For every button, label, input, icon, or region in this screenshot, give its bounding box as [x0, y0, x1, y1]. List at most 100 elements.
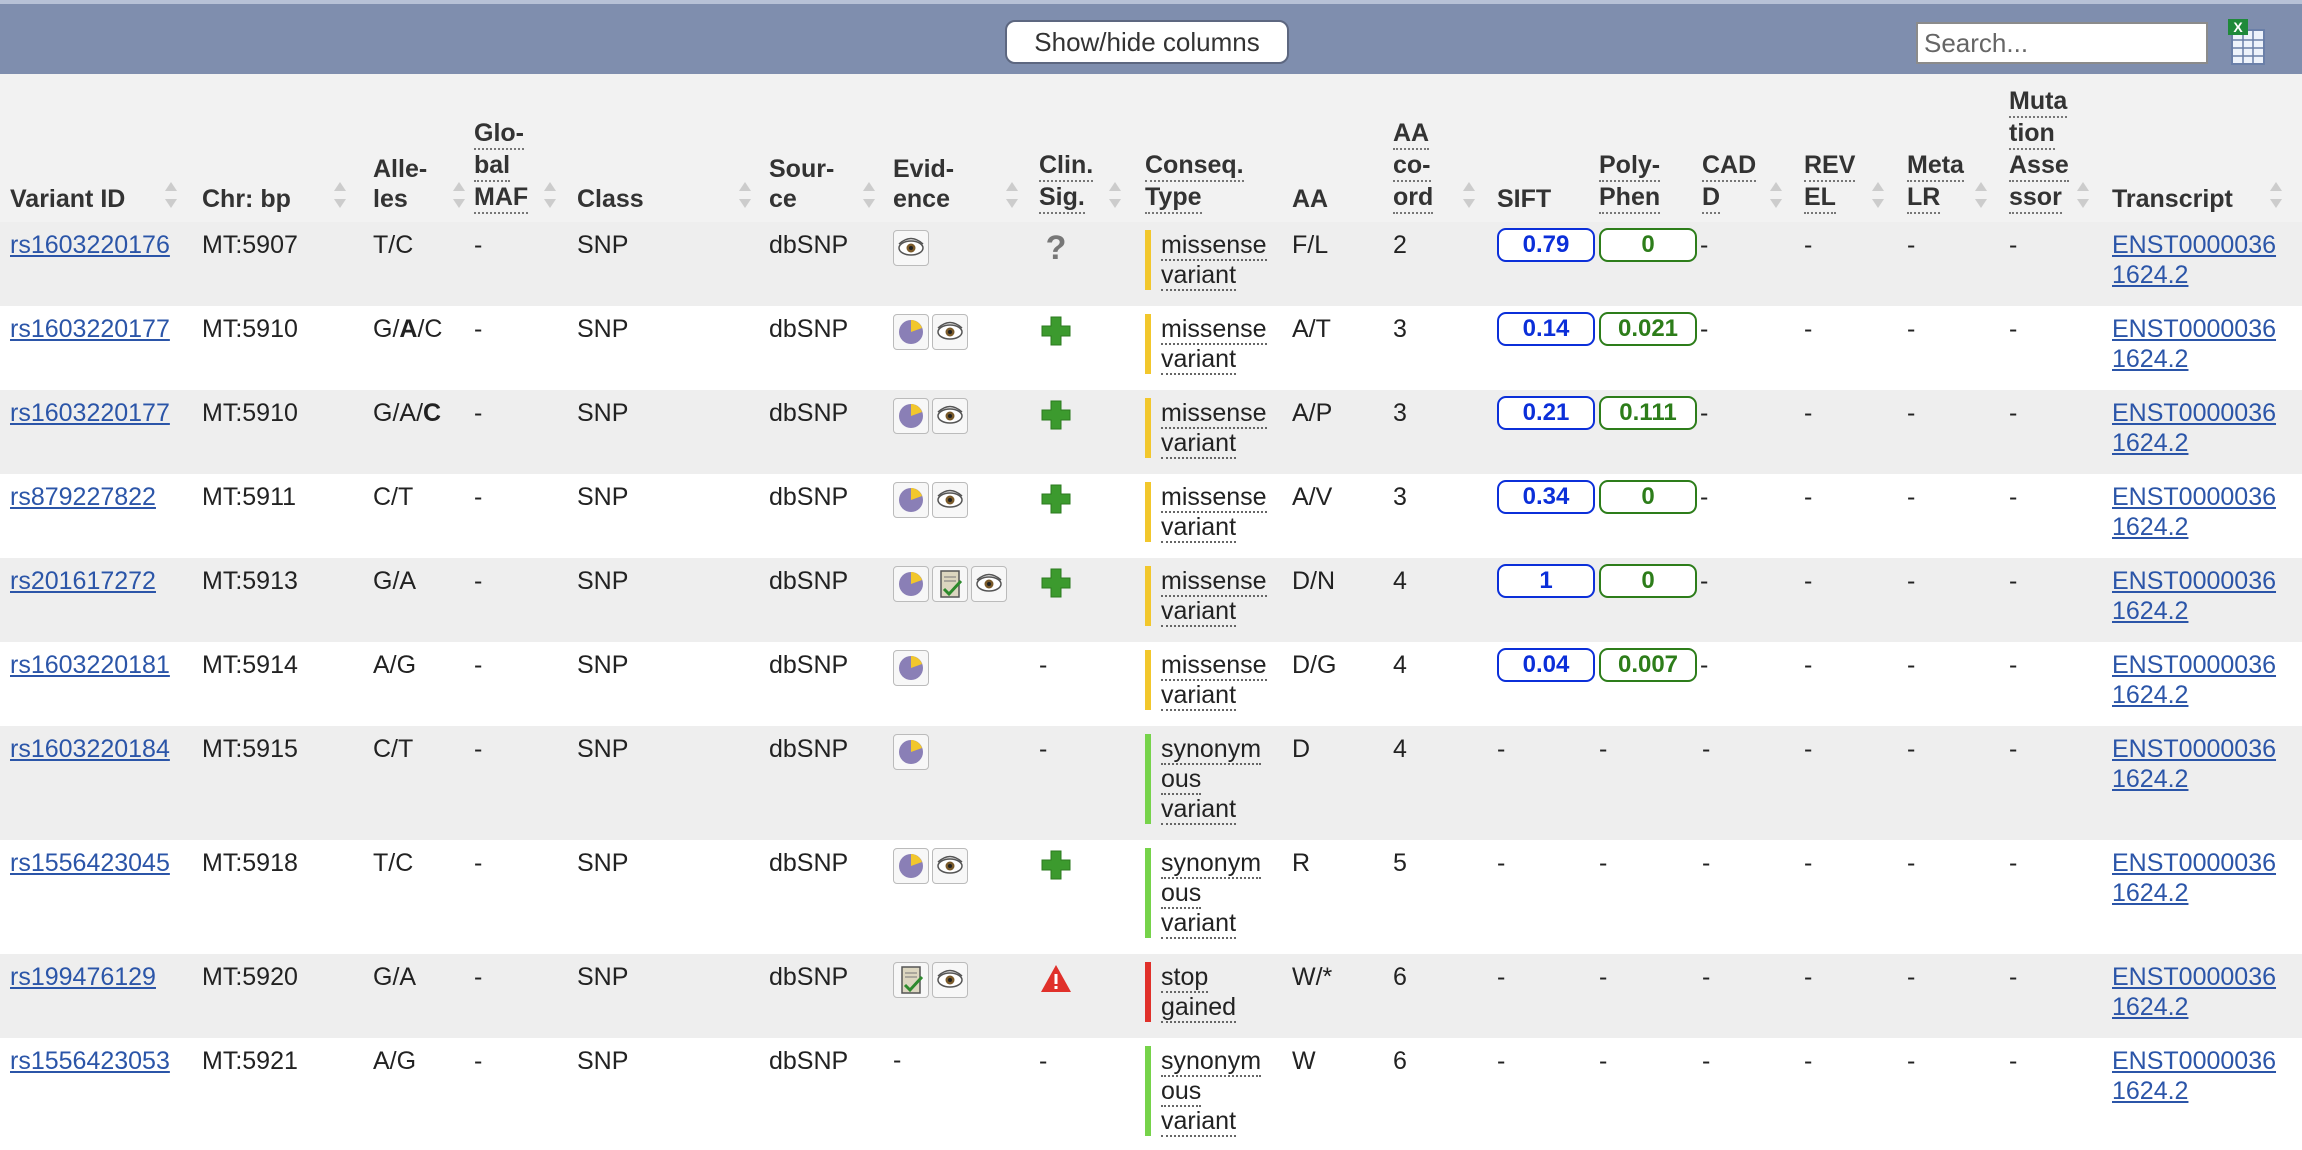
transcript-link[interactable]: ENST0000036 1624.2 — [2112, 650, 2276, 710]
column-header-source[interactable]: Sour-ce — [769, 154, 834, 214]
evidence-empty: - — [893, 1046, 902, 1074]
benign-cross-icon[interactable] — [1039, 482, 1073, 518]
excel-export-icon[interactable]: X — [2226, 18, 2266, 66]
column-header-metalr[interactable]: Meta LR — [1907, 150, 1964, 214]
sort-arrows-icon[interactable] — [544, 182, 556, 208]
benign-cross-icon[interactable] — [1039, 566, 1073, 602]
consequence-label: stop — [1161, 963, 1209, 993]
alleles-cell: A/G — [373, 650, 416, 680]
variant-id-link[interactable]: rs199476129 — [10, 962, 156, 992]
eye-icon[interactable] — [893, 230, 929, 266]
frequency-icon[interactable] — [893, 482, 929, 518]
mutation-assessor-cell: - — [2009, 231, 2018, 259]
column-header-label: Conseq. — [1145, 150, 1244, 182]
column-header-revel[interactable]: REV EL — [1804, 150, 1856, 214]
sort-arrows-icon[interactable] — [1109, 182, 1121, 208]
variant-id-link[interactable]: rs1556423053 — [10, 1046, 170, 1076]
search-input[interactable] — [1916, 22, 2208, 64]
variant-id-link[interactable]: rs1556423045 — [10, 848, 170, 878]
eye-icon[interactable] — [932, 848, 968, 884]
transcript-text: 1624.2 — [2112, 597, 2189, 625]
cadd-cell: - — [1700, 231, 1709, 259]
citation-icon[interactable] — [932, 566, 968, 602]
metalr-cell: - — [1907, 1047, 1916, 1075]
frequency-icon[interactable] — [893, 398, 929, 434]
column-header-mutass[interactable]: Muta tion Asse ssor — [2009, 86, 2069, 214]
sort-arrows-icon[interactable] — [739, 182, 751, 208]
transcript-link[interactable]: ENST0000036 1624.2 — [2112, 734, 2276, 794]
transcript-link[interactable]: ENST0000036 1624.2 — [2112, 482, 2276, 542]
column-header-label: LR — [1907, 182, 1941, 214]
column-header-polyphen[interactable]: Poly- Phen — [1599, 150, 1661, 214]
sort-arrows-icon[interactable] — [1975, 182, 1987, 208]
sort-arrows-icon[interactable] — [1770, 182, 1782, 208]
variant-id-link[interactable]: rs1603220184 — [10, 734, 170, 764]
column-header-variant-id[interactable]: Variant ID — [10, 184, 125, 214]
variant-id-link[interactable]: rs1603220177 — [10, 398, 170, 428]
sort-arrows-icon[interactable] — [1872, 182, 1884, 208]
sort-arrows-icon[interactable] — [334, 182, 346, 208]
column-header-sift[interactable]: SIFT — [1497, 184, 1551, 214]
frequency-icon[interactable] — [893, 848, 929, 884]
column-header-transcript[interactable]: Transcript — [2112, 184, 2233, 214]
sort-arrows-icon[interactable] — [1006, 182, 1018, 208]
column-header-aa[interactable]: AA — [1292, 184, 1328, 214]
transcript-link[interactable]: ENST0000036 1624.2 — [2112, 566, 2276, 626]
frequency-icon[interactable] — [893, 734, 929, 770]
global-maf-cell: - — [474, 963, 483, 991]
variant-id-link[interactable]: rs1603220177 — [10, 314, 170, 344]
variant-id-link[interactable]: rs1603220176 — [10, 230, 170, 260]
column-header-label: ord — [1393, 182, 1434, 214]
eye-icon[interactable] — [932, 962, 968, 998]
column-header-conseq[interactable]: Conseq. Type — [1145, 150, 1244, 214]
consequence-label: variant — [1161, 261, 1237, 291]
transcript-link[interactable]: ENST0000036 1624.2 — [2112, 314, 2276, 374]
column-header-aa-coord[interactable]: AA co-ord — [1393, 118, 1434, 214]
variant-id-link[interactable]: rs201617272 — [10, 566, 156, 596]
column-header-evidence[interactable]: Evid-ence — [893, 154, 954, 214]
frequency-icon[interactable] — [893, 566, 929, 602]
citation-icon[interactable] — [893, 962, 929, 998]
variant-id-link[interactable]: rs879227822 — [10, 482, 156, 512]
eye-icon[interactable] — [971, 566, 1007, 602]
cadd-cell: - — [1702, 1047, 1711, 1075]
show-hide-columns-button[interactable]: Show/hide columns — [1005, 20, 1289, 64]
evidence-cell — [893, 734, 932, 770]
column-header-cadd[interactable]: CAD D — [1702, 150, 1757, 214]
column-header-class[interactable]: Class — [577, 184, 644, 214]
transcript-link[interactable]: ENST0000036 1624.2 — [2112, 1046, 2276, 1106]
sort-arrows-icon[interactable] — [453, 182, 465, 208]
frequency-icon[interactable] — [893, 314, 929, 350]
transcript-link[interactable]: ENST0000036 1624.2 — [2112, 848, 2276, 908]
frequency-icon[interactable] — [893, 650, 929, 686]
transcript-link[interactable]: ENST0000036 1624.2 — [2112, 962, 2276, 1022]
sort-arrows-icon[interactable] — [1463, 182, 1475, 208]
column-header-label: Chr: bp — [202, 185, 291, 213]
benign-cross-icon[interactable] — [1039, 398, 1073, 434]
benign-cross-icon[interactable] — [1039, 314, 1073, 350]
eye-icon[interactable] — [932, 482, 968, 518]
variant-id-link[interactable]: rs1603220181 — [10, 650, 170, 680]
cadd-cell: - — [1700, 567, 1709, 595]
column-header-clin-sig[interactable]: Clin. Sig. — [1039, 150, 1094, 214]
eye-icon[interactable] — [932, 398, 968, 434]
column-header-alleles[interactable]: Alle-les — [373, 154, 427, 214]
pathogenic-warning-icon[interactable] — [1039, 962, 1073, 998]
metalr-cell: - — [1907, 963, 1916, 991]
column-header-chr-bp[interactable]: Chr: bp — [202, 184, 291, 214]
sort-arrows-icon[interactable] — [165, 182, 177, 208]
table-toolbar: Show/hide columns X — [0, 0, 2302, 74]
sort-arrows-icon[interactable] — [863, 182, 875, 208]
uncertain-icon[interactable]: ? — [1039, 229, 1073, 267]
column-header-global-maf[interactable]: Glo-bal MAF — [474, 118, 529, 214]
transcript-link[interactable]: ENST0000036 1624.2 — [2112, 230, 2276, 290]
transcript-link[interactable]: ENST0000036 1624.2 — [2112, 398, 2276, 458]
evidence-cell — [893, 566, 1010, 602]
transcript-text: 1624.2 — [2112, 879, 2189, 907]
source-cell: dbSNP — [769, 483, 849, 511]
sort-arrows-icon[interactable] — [2270, 182, 2282, 208]
benign-cross-icon[interactable] — [1039, 848, 1073, 884]
global-maf-cell: - — [474, 315, 483, 343]
eye-icon[interactable] — [932, 314, 968, 350]
sort-arrows-icon[interactable] — [2077, 182, 2089, 208]
